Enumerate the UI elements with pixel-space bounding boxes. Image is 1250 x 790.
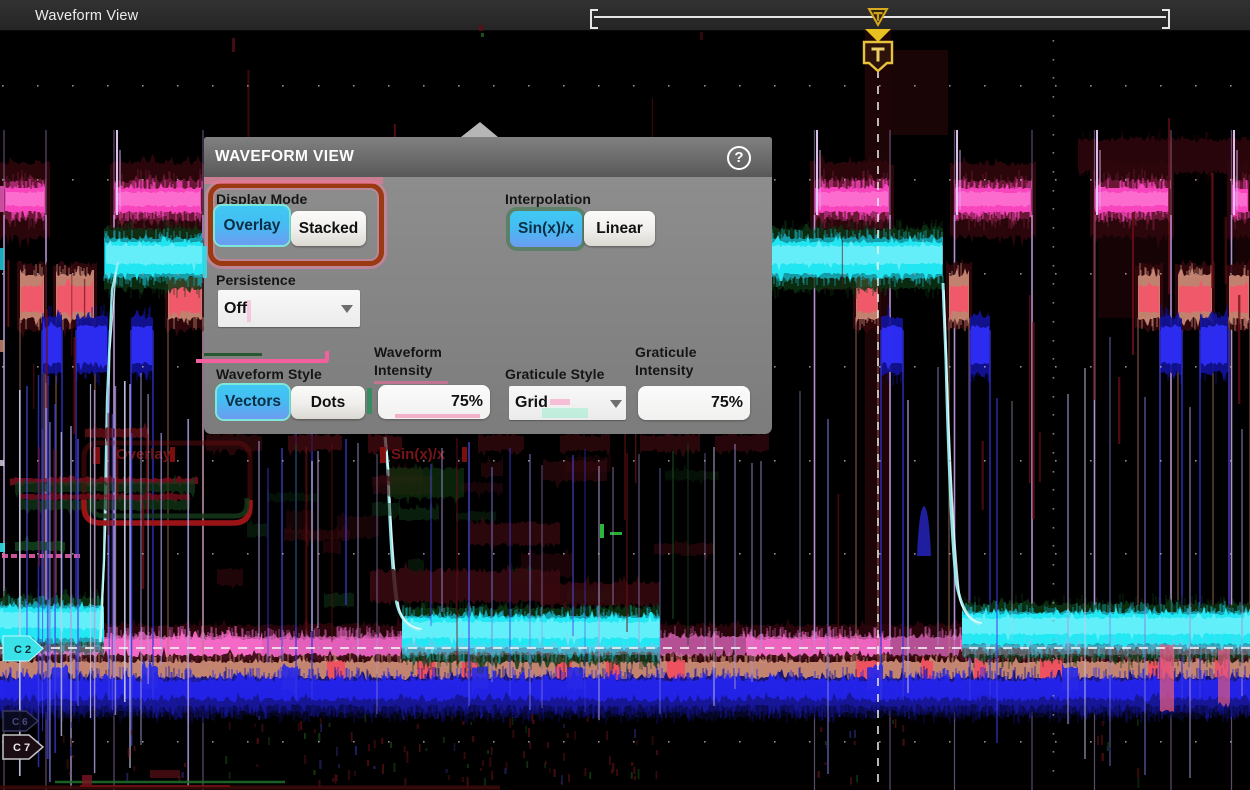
svg-text:Sin(x)/x: Sin(x)/x [391, 446, 446, 463]
svg-text:C 6: C 6 [12, 717, 28, 728]
svg-text:C 2: C 2 [14, 644, 31, 656]
svg-text:C 7: C 7 [13, 742, 30, 754]
